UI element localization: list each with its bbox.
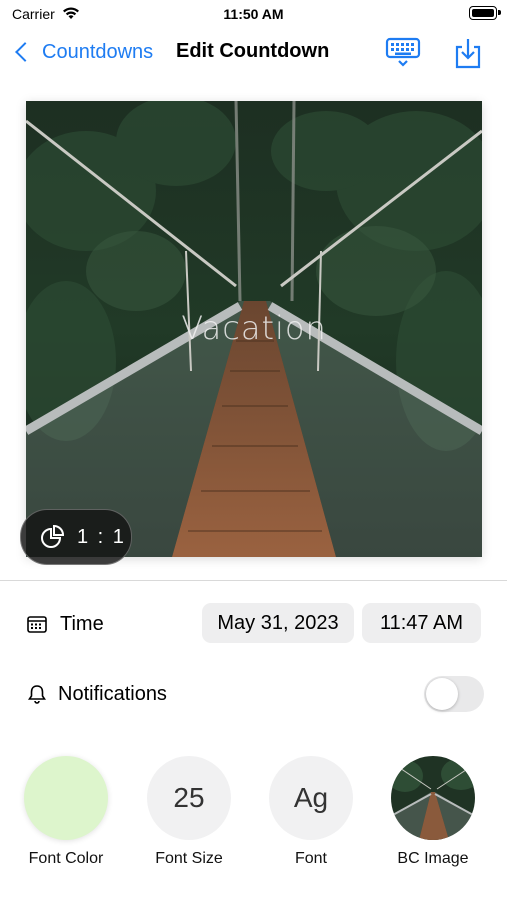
divider xyxy=(0,580,507,581)
keyboard-icon[interactable] xyxy=(384,36,422,68)
battery-tip xyxy=(498,10,501,15)
download-share-icon[interactable] xyxy=(452,36,484,70)
font-color-label: Font Color xyxy=(28,850,104,867)
bridge-thumbnail xyxy=(391,756,475,840)
background-image-thumbnail xyxy=(391,756,475,840)
chevron-left-icon xyxy=(15,42,35,62)
font-size-value: 25 xyxy=(147,756,231,840)
battery-icon xyxy=(469,6,497,20)
time-picker-button[interactable]: 11:47 AM xyxy=(362,603,481,643)
font-size-button[interactable]: 25 Font Size xyxy=(141,756,237,868)
time-label: Time xyxy=(60,612,104,635)
font-button[interactable]: Ag Font xyxy=(263,756,359,868)
pie-chart-icon xyxy=(41,524,65,548)
notifications-row: Notifications xyxy=(26,680,167,708)
status-time: 11:50 AM xyxy=(223,6,284,22)
background-image-label: BC Image xyxy=(397,850,469,867)
notifications-label: Notifications xyxy=(58,682,167,705)
back-button[interactable]: Countdowns xyxy=(12,36,153,68)
font-color-button[interactable]: Font Color xyxy=(18,756,114,868)
date-picker-button[interactable]: May 31, 2023 xyxy=(202,603,354,643)
aspect-ratio-label: 1 : 1 xyxy=(77,525,126,548)
aspect-ratio-button[interactable]: 1 : 1 xyxy=(20,509,132,565)
font-sample: Ag xyxy=(269,756,353,840)
back-label: Countdowns xyxy=(42,40,154,63)
background-image-button[interactable]: BC Image xyxy=(385,756,481,868)
countdown-preview-image: Vacation xyxy=(26,101,482,557)
page-title: Edit Countdown xyxy=(176,40,330,62)
font-label: Font xyxy=(294,850,327,867)
font-size-label: Font Size xyxy=(155,850,223,867)
bell-icon xyxy=(28,685,46,704)
toggle-knob xyxy=(426,678,458,710)
notifications-toggle[interactable] xyxy=(424,676,484,712)
font-color-swatch xyxy=(24,756,108,840)
calendar-icon xyxy=(27,616,47,633)
time-row: Time xyxy=(26,610,104,638)
countdown-title-overlay: Vacation xyxy=(181,309,327,347)
